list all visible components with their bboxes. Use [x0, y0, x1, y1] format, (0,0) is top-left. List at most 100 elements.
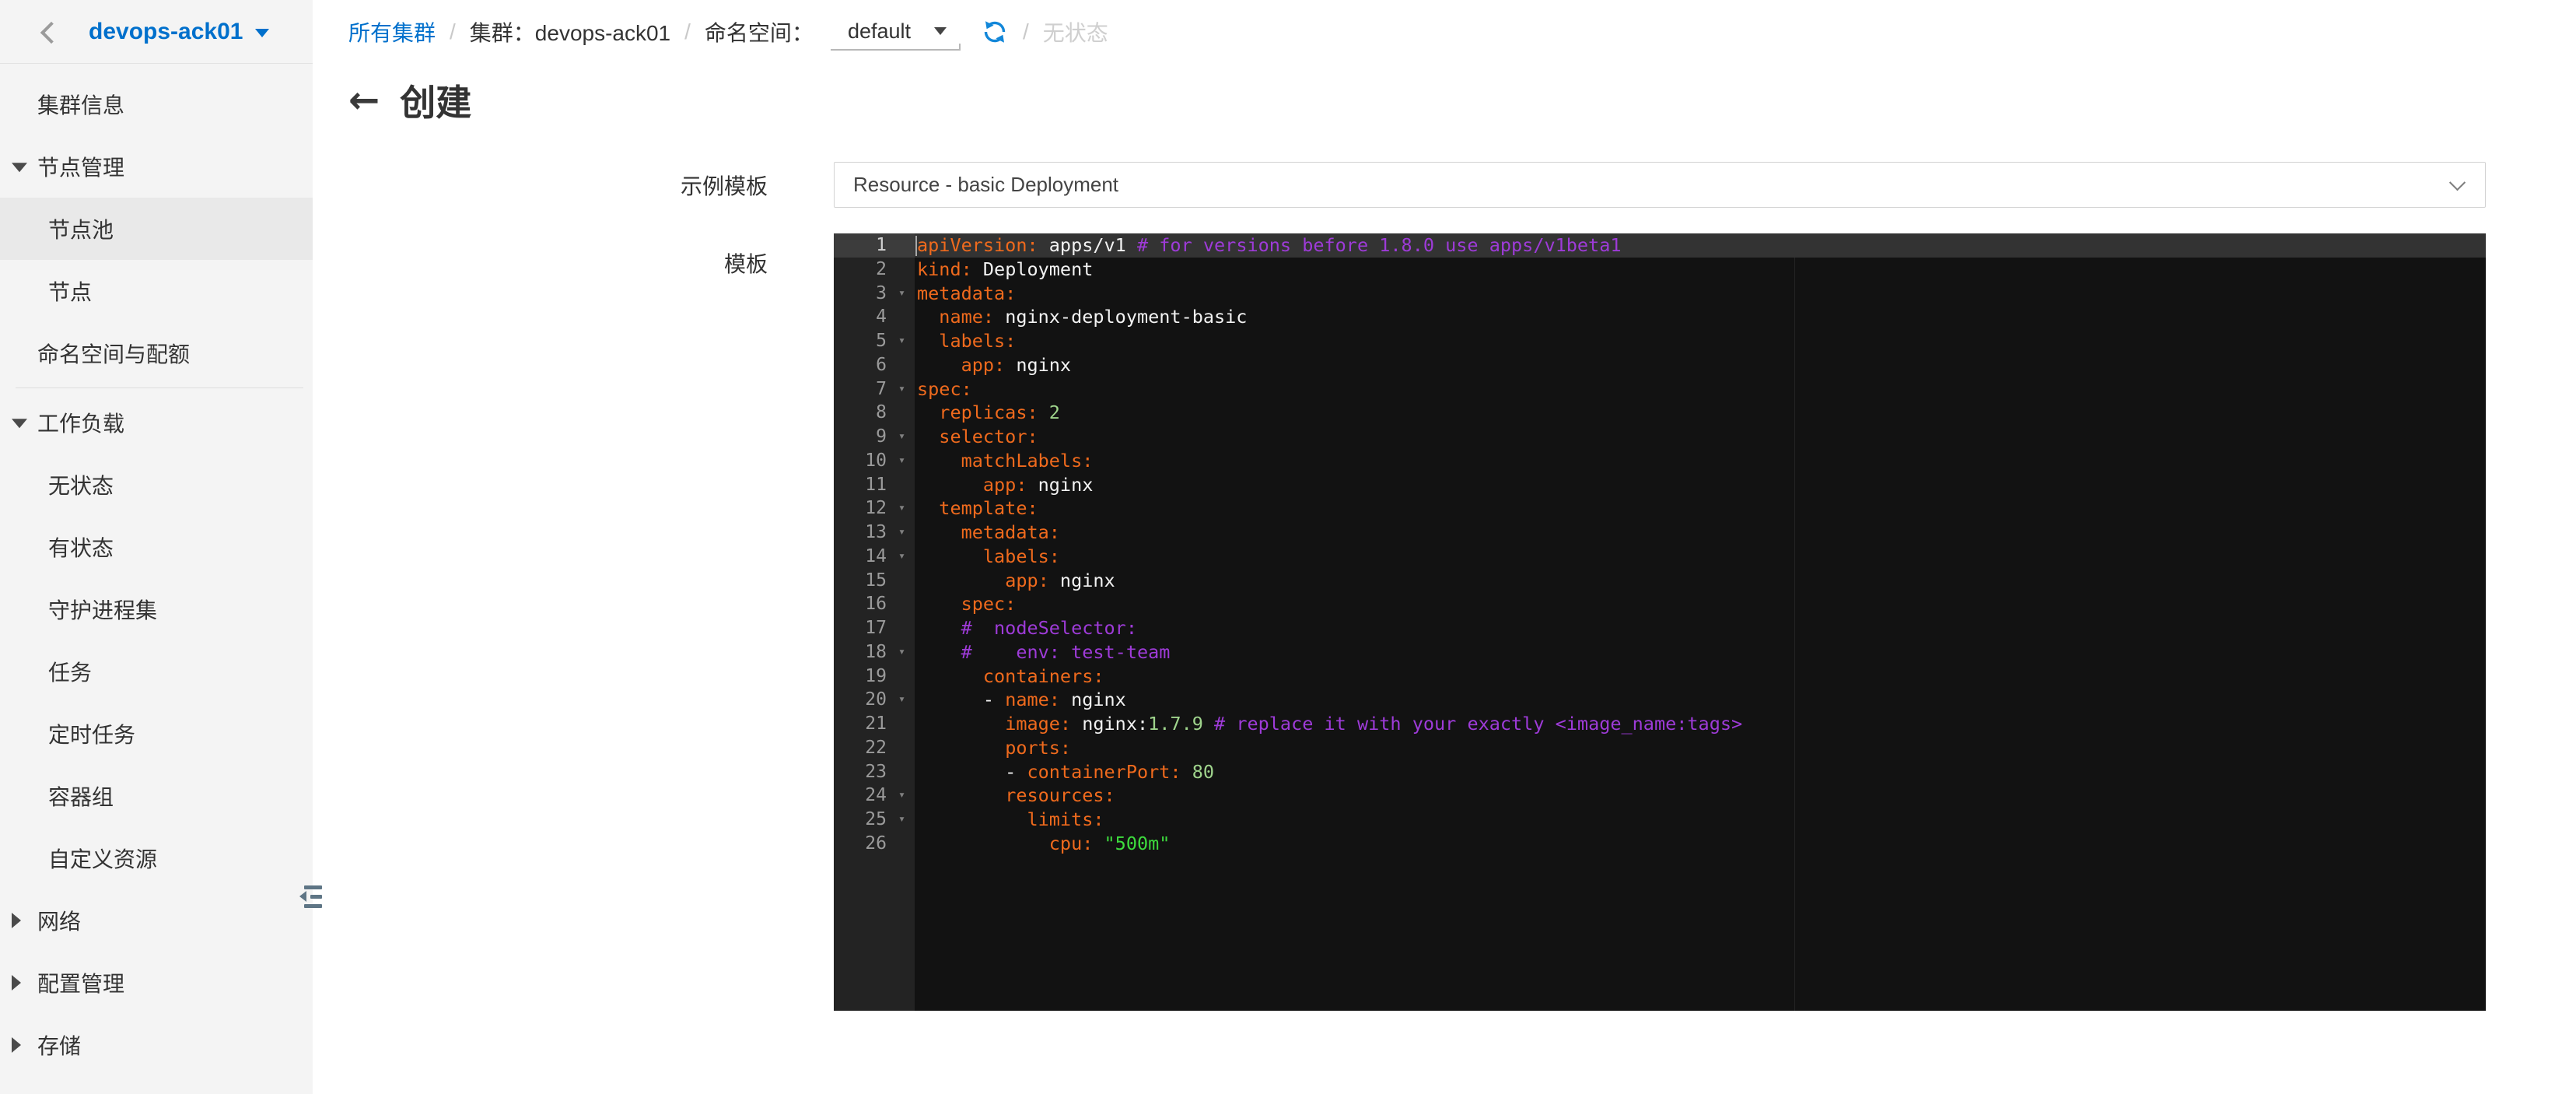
sidebar-item-label: 配置管理 — [37, 972, 125, 996]
sidebar-item-node-management[interactable]: 节点管理 — [0, 135, 313, 198]
code-line[interactable]: app: nginx — [834, 353, 2486, 377]
code-line[interactable]: metadata: — [834, 282, 2486, 306]
code-line[interactable]: labels: — [834, 329, 2486, 353]
sidebar-item-node-pools[interactable]: 节点池 — [0, 198, 313, 260]
gutter-line-number: 10 ▾ — [834, 449, 915, 473]
fold-toggle-icon[interactable]: ▾ — [898, 640, 905, 664]
fold-toggle-icon[interactable]: ▾ — [898, 520, 905, 544]
sidebar-item-jobs[interactable]: 任务 — [0, 640, 313, 703]
gutter-line-number: 1 — [834, 233, 915, 258]
code-line[interactable]: spec: — [834, 377, 2486, 401]
sidebar-item-cronjobs[interactable]: 定时任务 — [0, 703, 313, 765]
code-line[interactable]: # env: test-team — [834, 640, 2486, 664]
gutter-line-number: 20 ▾ — [834, 688, 915, 712]
sidebar-item-workloads[interactable]: 工作负载 — [0, 391, 313, 454]
back-chevron-icon[interactable] — [40, 21, 63, 44]
fold-toggle-icon[interactable]: ▾ — [898, 424, 905, 448]
code-line[interactable]: replicas: 2 — [834, 401, 2486, 425]
code-line[interactable]: labels: — [834, 545, 2486, 569]
sidebar-item-cluster-info[interactable]: 集群信息 — [0, 73, 313, 135]
breadcrumb-current-page: 无状态 — [1042, 21, 1108, 45]
gutter-line-number: 2 — [876, 258, 887, 279]
code-line[interactable]: - name: nginx — [834, 688, 2486, 712]
sidebar-item-network[interactable]: 网络 — [0, 889, 313, 952]
code-line[interactable]: app: nginx — [834, 473, 2486, 497]
sidebar-item-label: 节点池 — [48, 218, 114, 242]
code-line[interactable]: metadata: — [834, 521, 2486, 545]
back-arrow-icon[interactable]: ← — [348, 82, 380, 119]
yaml-editor[interactable]: apiVersion: apps/v1 # for versions befor… — [834, 233, 2486, 1011]
code-line[interactable]: resources: — [834, 784, 2486, 808]
sidebar-item-label: 定时任务 — [48, 723, 136, 747]
namespace-select[interactable]: default — [830, 13, 961, 51]
code-line[interactable]: apiVersion: apps/v1 # for versions befor… — [834, 233, 2486, 258]
fold-toggle-icon[interactable]: ▾ — [898, 687, 905, 711]
menu-divider — [16, 387, 303, 388]
sidebar-item-daemonsets[interactable]: 守护进程集 — [0, 578, 313, 640]
sidebar-item-configuration[interactable]: 配置管理 — [0, 952, 313, 1014]
code-line[interactable]: ports: — [834, 736, 2486, 760]
fold-toggle-icon[interactable]: ▾ — [898, 496, 905, 520]
fold-toggle-icon[interactable]: ▾ — [898, 281, 905, 305]
code-line[interactable]: # nodeSelector: — [834, 616, 2486, 640]
main-content: 所有集群 / 集群：devops-ack01 / 命名空间： default /… — [313, 0, 2576, 1011]
sidebar-header: devops-ack01 — [0, 0, 313, 64]
gutter-line-number: 15 — [865, 570, 887, 591]
sidebar-item-label: 有状态 — [48, 536, 114, 560]
namespace-value: default — [847, 19, 912, 43]
sidebar-item-statefulsets[interactable]: 有状态 — [0, 516, 313, 578]
gutter-line-number: 16 — [865, 594, 887, 615]
sidebar-item-nodes[interactable]: 节点 — [0, 260, 313, 322]
gutter-line-number: 8 — [876, 402, 887, 423]
breadcrumb-separator: / — [1023, 19, 1029, 44]
fold-toggle-icon[interactable]: ▾ — [898, 544, 905, 568]
collapse-arrow-icon — [299, 891, 306, 902]
fold-toggle-icon[interactable]: ▾ — [898, 377, 905, 401]
cluster-name[interactable]: devops-ack01 — [89, 19, 243, 45]
code-line[interactable]: image: nginx:1.7.9 # replace it with you… — [834, 712, 2486, 736]
sidebar-item-pods[interactable]: 容器组 — [0, 765, 313, 827]
editor-gutter: 1 2 3 ▾ 4 5 ▾ 6 7 ▾ 8 9 ▾ 10 ▾ 11 12 ▾ 13 ▾ 14 ▾ 15 16 17 18 ▾ 19 20… — [834, 233, 915, 1011]
page-title: 创建 — [400, 82, 472, 123]
text-cursor — [915, 236, 917, 256]
template-row: 模板 apiVersion: apps/v1 # for versions be… — [313, 233, 2576, 1011]
code-line[interactable]: spec: — [834, 592, 2486, 616]
cluster-switch-caret-icon[interactable] — [255, 29, 270, 37]
breadcrumb-all-clusters-link[interactable]: 所有集群 — [348, 16, 436, 47]
sidebar-item-deployments[interactable]: 无状态 — [0, 454, 313, 516]
code-line[interactable]: template: — [834, 496, 2486, 521]
triangle-right-icon — [12, 913, 21, 928]
code-line[interactable]: limits: — [834, 808, 2486, 832]
fold-toggle-icon[interactable]: ▾ — [898, 783, 905, 807]
fold-toggle-icon[interactable]: ▾ — [898, 448, 905, 472]
gutter-line-number: 17 — [865, 618, 887, 638]
code-line[interactable]: cpu: "500m" — [834, 832, 2486, 856]
sidebar-item-label: 自定义资源 — [48, 847, 158, 871]
fold-toggle-icon[interactable]: ▾ — [898, 807, 905, 831]
code-line[interactable]: app: nginx — [834, 569, 2486, 593]
code-line[interactable]: name: nginx-deployment-basic — [834, 305, 2486, 329]
code-line[interactable]: matchLabels: — [834, 449, 2486, 473]
gutter-line-number: 19 — [865, 665, 887, 686]
refresh-icon[interactable] — [981, 18, 1009, 46]
code-line[interactable]: selector: — [834, 425, 2486, 449]
sidebar-item-storage[interactable]: 存储 — [0, 1014, 313, 1076]
code-line[interactable]: kind: Deployment — [834, 258, 2486, 282]
sidebar-item-namespaces-quotas[interactable]: 命名空间与配额 — [0, 322, 313, 384]
sample-template-value: Resource - basic Deployment — [853, 173, 1119, 196]
sidebar-item-custom-resources[interactable]: 自定义资源 — [0, 827, 313, 889]
gutter-line-number: 21 — [865, 714, 887, 734]
namespace-label: 命名空间： — [704, 21, 814, 45]
namespace-caret-icon — [934, 27, 947, 35]
code-line[interactable]: containers: — [834, 664, 2486, 689]
sample-template-select[interactable]: Resource - basic Deployment — [834, 162, 2486, 208]
triangle-right-icon — [12, 975, 21, 991]
fold-toggle-icon[interactable]: ▾ — [898, 328, 905, 352]
gutter-line-number: 9 ▾ — [834, 425, 915, 449]
code-line[interactable]: - containerPort: 80 — [834, 760, 2486, 784]
breadcrumb-separator: / — [684, 19, 691, 44]
triangle-right-icon — [12, 1037, 21, 1053]
sidebar-item-label: 节点 — [48, 280, 93, 304]
sidebar-item-label: 集群信息 — [37, 93, 125, 117]
sidebar-item-label: 无状态 — [48, 474, 114, 498]
